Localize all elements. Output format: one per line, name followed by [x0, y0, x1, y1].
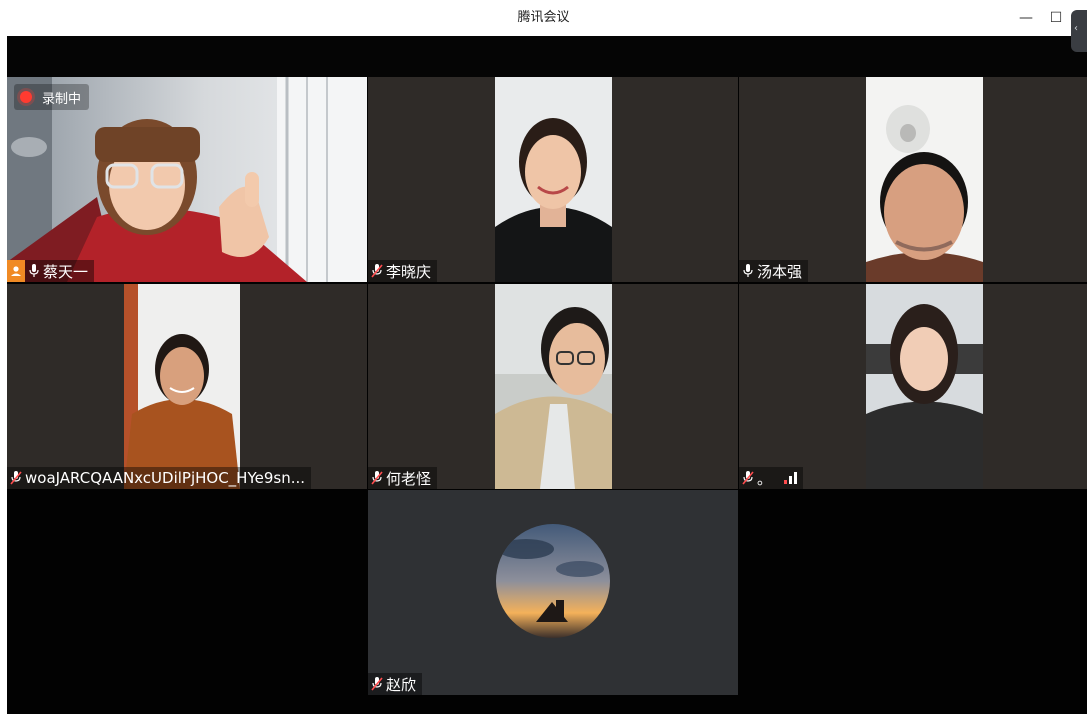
top-strip	[7, 36, 1087, 77]
title-bar: 腾讯会议 — ☐	[0, 0, 1087, 36]
participant-namebar: woaJARCQAANxcUDilPjHOC_HYe9sn...	[7, 467, 312, 489]
participant-namebar: 汤本强	[739, 260, 809, 282]
microphone-muted-icon	[368, 260, 386, 282]
microphone-muted-icon	[739, 467, 757, 489]
signal-bars-icon	[784, 472, 798, 484]
chevron-left-icon: ‹	[1074, 23, 1078, 34]
video-feed	[866, 77, 983, 282]
video-frame	[495, 77, 612, 282]
participant-tile[interactable]: woaJARCQAANxcUDilPjHOC_HYe9sn...	[7, 284, 367, 489]
video-frame	[124, 284, 240, 489]
participant-tile[interactable]: 赵欣	[368, 490, 738, 695]
participant-namebar: 。	[739, 467, 804, 489]
video-frame	[866, 284, 983, 489]
video-feed	[495, 284, 612, 489]
video-frame	[866, 77, 983, 282]
participant-name: 何老怪	[386, 469, 432, 488]
microphone-muted-icon	[7, 467, 25, 489]
avatar	[496, 524, 610, 638]
recording-label: 录制中	[42, 91, 82, 107]
participant-tile[interactable]: 。	[739, 284, 1087, 489]
host-person-icon	[7, 260, 25, 282]
window-title: 腾讯会议	[517, 10, 570, 25]
minimize-button[interactable]: —	[1015, 7, 1037, 29]
microphone-icon	[25, 260, 43, 282]
video-feed	[124, 284, 240, 489]
participant-tile[interactable]: 录制中 蔡天一	[7, 77, 367, 282]
participant-name: 汤本强	[757, 262, 803, 281]
participant-tile[interactable]: 何老怪	[368, 284, 738, 489]
participant-namebar: 蔡天一	[7, 260, 95, 282]
video-frame	[495, 284, 612, 489]
side-panel-toggle[interactable]: ‹	[1071, 10, 1087, 52]
maximize-button[interactable]: ☐	[1045, 7, 1067, 29]
participant-namebar: 何老怪	[368, 467, 438, 489]
microphone-icon	[739, 260, 757, 282]
participant-tile[interactable]: 李晓庆	[368, 77, 738, 282]
record-dot-icon	[20, 91, 32, 103]
microphone-muted-icon	[368, 673, 386, 695]
video-feed	[495, 77, 612, 282]
participant-name: woaJARCQAANxcUDilPjHOC_HYe9sn...	[25, 469, 306, 487]
microphone-muted-icon	[368, 467, 386, 489]
video-feed	[866, 284, 983, 489]
participant-name: 蔡天一	[43, 262, 89, 281]
participant-name: 。	[757, 469, 773, 488]
participant-namebar: 李晓庆	[368, 260, 438, 282]
participant-name: 赵欣	[386, 675, 417, 694]
video-stage: 录制中 蔡天一 李晓庆 汤本强 woaJARCQAANxcUDilPjHOC_H…	[7, 36, 1087, 714]
avatar-image	[496, 524, 610, 638]
participant-namebar: 赵欣	[368, 673, 423, 695]
participant-name: 李晓庆	[386, 262, 432, 281]
recording-indicator: 录制中	[14, 84, 90, 110]
participant-tile[interactable]: 汤本强	[739, 77, 1087, 282]
